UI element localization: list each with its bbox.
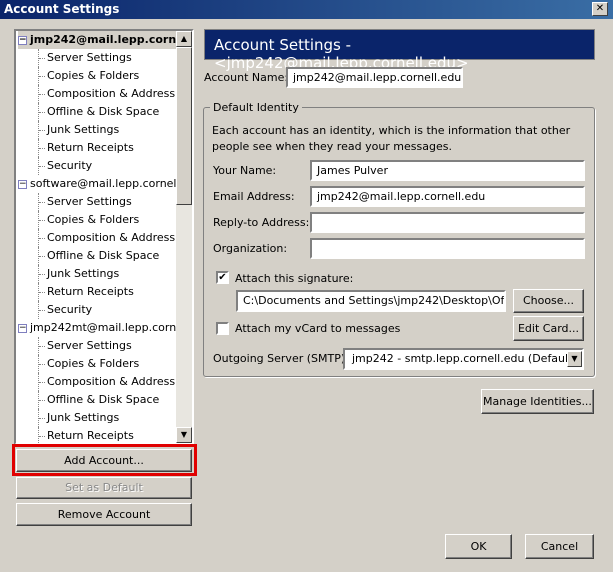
collapse-icon[interactable]: − xyxy=(18,323,27,333)
smtp-label: Outgoing Server (SMTP): xyxy=(213,352,349,365)
tree-item[interactable]: Server Settings xyxy=(38,49,132,67)
tree-item[interactable]: Security xyxy=(38,301,92,319)
your-name-input[interactable]: James Pulver xyxy=(310,160,585,181)
tree-item[interactable]: Junk Settings xyxy=(38,265,119,283)
manage-identities-button[interactable]: Manage Identities... xyxy=(481,389,594,414)
tree-item[interactable]: Junk Settings xyxy=(38,121,119,139)
tree-item[interactable]: Return Receipts xyxy=(38,283,134,301)
scrollbar[interactable]: ▲ ▼ xyxy=(176,31,192,443)
title-bar: Account Settings xyxy=(0,0,613,19)
your-name-label: Your Name: xyxy=(213,164,277,177)
tree-item[interactable]: Offline & Disk Space xyxy=(38,247,159,265)
tree-item[interactable]: Offline & Disk Space xyxy=(38,103,159,121)
tree-item[interactable]: Server Settings xyxy=(38,337,132,355)
tree-item[interactable]: Copies & Folders xyxy=(38,67,139,85)
signature-path-input[interactable]: C:\Documents and Settings\jmp242\Desktop… xyxy=(236,290,506,312)
vcard-label: Attach my vCard to messages xyxy=(235,322,401,335)
chevron-down-icon[interactable]: ▼ xyxy=(567,351,582,367)
tree-item[interactable]: Composition & Addressing xyxy=(38,229,192,247)
collapse-icon[interactable]: − xyxy=(18,35,27,45)
scroll-up-icon[interactable]: ▲ xyxy=(176,31,192,47)
remove-account-button[interactable]: Remove Account xyxy=(16,503,192,526)
tree-account[interactable]: − jmp242@mail.lepp.corn... xyxy=(18,31,189,49)
tree-item[interactable]: Composition & Addressing xyxy=(38,373,192,391)
tree-account[interactable]: − jmp242mt@mail.lepp.corne... xyxy=(18,319,192,337)
add-account-button[interactable]: Add Account... xyxy=(16,449,192,472)
tree-item[interactable]: Offline & Disk Space xyxy=(38,391,159,409)
identity-description: Each account has an identity, which is t… xyxy=(212,124,571,153)
signature-label: Attach this signature: xyxy=(235,272,354,285)
account-name-input[interactable]: jmp242@mail.lepp.cornell.edu xyxy=(286,67,463,88)
account-label: software@mail.lepp.cornell... xyxy=(30,177,191,190)
ok-button[interactable]: OK xyxy=(445,534,512,559)
smtp-value: jmp242 - smtp.lepp.cornell.edu (Default) xyxy=(352,352,577,365)
account-label: jmp242@mail.lepp.corn... xyxy=(30,33,189,46)
scroll-thumb[interactable] xyxy=(176,47,192,205)
default-identity-legend: Default Identity xyxy=(210,101,302,114)
tree-item[interactable]: Return Receipts xyxy=(38,139,134,157)
email-label: Email Address: xyxy=(213,190,295,203)
tree-account[interactable]: − software@mail.lepp.cornell... xyxy=(18,175,190,193)
choose-button[interactable]: Choose... xyxy=(513,289,584,313)
tree-item[interactable]: Return Receipts xyxy=(38,427,134,443)
organization-label: Organization: xyxy=(213,242,288,255)
page-title: Account Settings - <jmp242@mail.lepp.cor… xyxy=(204,29,595,72)
tree-item[interactable]: Composition & Addressing xyxy=(38,85,192,103)
collapse-icon[interactable]: − xyxy=(18,179,27,189)
tree-item[interactable]: Copies & Folders xyxy=(38,211,139,229)
organization-input[interactable] xyxy=(310,238,585,259)
account-label: jmp242mt@mail.lepp.corne... xyxy=(30,321,194,334)
email-input[interactable]: jmp242@mail.lepp.cornell.edu xyxy=(310,186,585,207)
tree-item[interactable]: Junk Settings xyxy=(38,409,119,427)
close-button[interactable]: ✕ xyxy=(592,2,608,16)
tree-item[interactable]: Server Settings xyxy=(38,193,132,211)
tree-item[interactable]: Copies & Folders xyxy=(38,355,139,373)
reply-to-label: Reply-to Address: xyxy=(213,216,310,229)
edit-card-button[interactable]: Edit Card... xyxy=(513,316,584,341)
window-title: Account Settings xyxy=(4,2,120,16)
account-name-label: Account Name: xyxy=(204,71,289,84)
cancel-button[interactable]: Cancel xyxy=(525,534,594,559)
reply-to-input[interactable] xyxy=(310,212,585,233)
smtp-select[interactable]: jmp242 - smtp.lepp.cornell.edu (Default)… xyxy=(343,348,584,370)
set-default-button[interactable]: Set as Default xyxy=(16,477,192,499)
account-tree[interactable]: − jmp242@mail.lepp.corn... Server Settings… xyxy=(14,29,194,445)
vcard-checkbox[interactable] xyxy=(216,322,229,335)
scroll-down-icon[interactable]: ▼ xyxy=(176,427,192,443)
signature-checkbox[interactable]: ✔ xyxy=(216,271,229,284)
tree-item[interactable]: Security xyxy=(38,157,92,175)
